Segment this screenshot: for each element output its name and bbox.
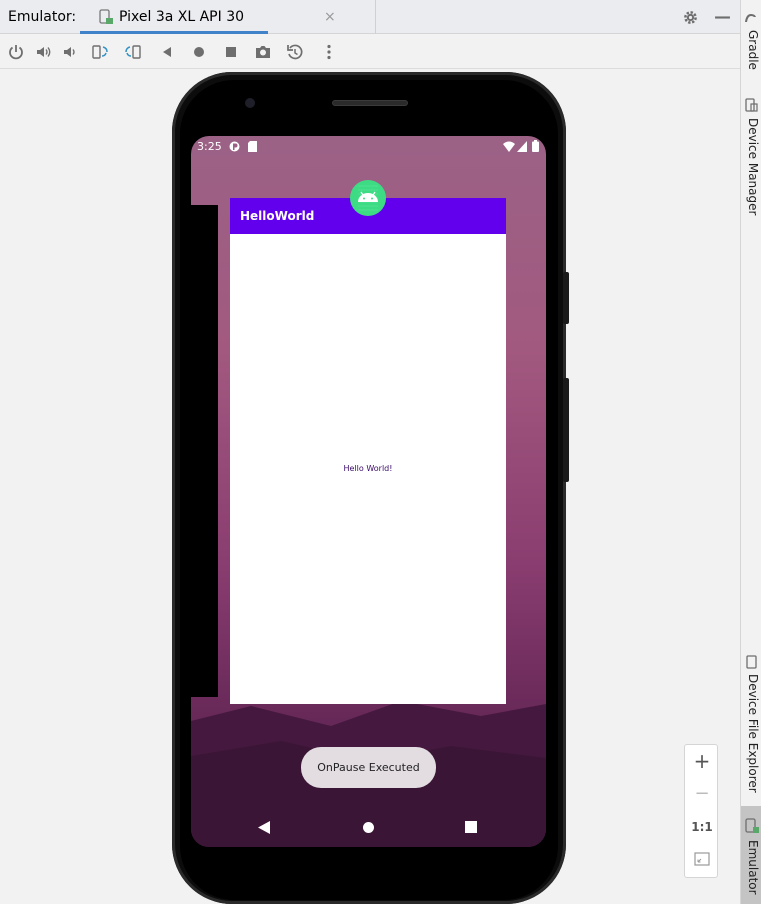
device-file-explorer-icon: [746, 655, 757, 669]
tool-window-title: Emulator:: [8, 9, 77, 25]
snapshot-icon[interactable]: [286, 43, 304, 61]
zoom-controls: + − 1:1: [684, 744, 718, 878]
app-title: HelloWorld: [240, 209, 315, 223]
sd-card-icon: [248, 141, 257, 152]
close-icon[interactable]: ×: [324, 9, 336, 25]
device-file-explorer-panel-button[interactable]: Device File Explorer: [743, 674, 760, 793]
tab-label: Pixel 3a XL API 30: [119, 9, 245, 25]
tab-active-indicator: [80, 31, 268, 34]
front-camera: [245, 98, 255, 108]
nav-overview-icon[interactable]: [465, 821, 477, 833]
device-manager-panel-button[interactable]: Device Manager: [743, 118, 760, 215]
device-manager-icon: [745, 98, 758, 112]
power-icon[interactable]: [7, 43, 25, 61]
screenshot-icon[interactable]: [254, 43, 272, 61]
tab-divider: [375, 0, 376, 34]
gradle-icon: [745, 14, 756, 22]
home-icon[interactable]: [190, 43, 208, 61]
actual-size-button[interactable]: 1:1: [685, 820, 719, 834]
wifi-icon: [503, 141, 515, 152]
zoom-in-button[interactable]: +: [685, 749, 719, 773]
rotate-right-icon[interactable]: [124, 43, 142, 61]
overview-icon[interactable]: [222, 43, 240, 61]
earpiece-speaker: [332, 100, 408, 106]
notification-icon: [229, 141, 240, 152]
recent-app-card[interactable]: [191, 205, 218, 697]
nav-back-icon[interactable]: [258, 821, 270, 834]
gradle-panel-button[interactable]: Gradle: [743, 30, 760, 70]
phone-side-button: [563, 378, 569, 482]
emulator-panel-label: Emulator: [746, 840, 760, 895]
more-icon[interactable]: [320, 43, 338, 61]
cell-signal-icon: [517, 141, 527, 152]
emulator-panel-button[interactable]: Emulator: [741, 806, 761, 904]
nav-home-icon[interactable]: [362, 821, 375, 834]
hello-text: Hello World!: [343, 464, 393, 473]
device-screen[interactable]: 3:25 HelloWorld Hello World! OnPause Exe…: [191, 136, 546, 847]
android-icon: [358, 185, 378, 211]
gear-icon[interactable]: [682, 9, 699, 26]
nav-bar: [191, 812, 546, 842]
device-tab-icon: [99, 9, 113, 24]
right-tool-strip: Gradle Device Manager Device File Explor…: [740, 0, 761, 904]
toast-message: OnPause Executed: [301, 747, 436, 788]
emulator-toolbar: [0, 35, 740, 69]
tool-window-header: Emulator: Pixel 3a XL API 30 ×: [0, 0, 740, 34]
fit-screen-icon[interactable]: [694, 851, 710, 867]
tab-pixel-3a-xl[interactable]: Pixel 3a XL API 30 ×: [80, 0, 336, 34]
volume-down-icon[interactable]: [62, 43, 80, 61]
status-time: 3:25: [197, 140, 222, 153]
recent-app-card-helloworld[interactable]: HelloWorld Hello World!: [230, 198, 506, 704]
minimize-icon[interactable]: [714, 9, 731, 26]
volume-up-icon[interactable]: [35, 43, 53, 61]
rotate-left-icon[interactable]: [91, 43, 109, 61]
status-bar: 3:25: [191, 136, 546, 158]
battery-icon: [532, 140, 539, 152]
zoom-out-button[interactable]: −: [685, 783, 719, 804]
emulator-icon: [745, 818, 759, 833]
phone-side-button: [563, 272, 569, 324]
app-icon[interactable]: [350, 180, 386, 216]
back-icon[interactable]: [158, 43, 176, 61]
